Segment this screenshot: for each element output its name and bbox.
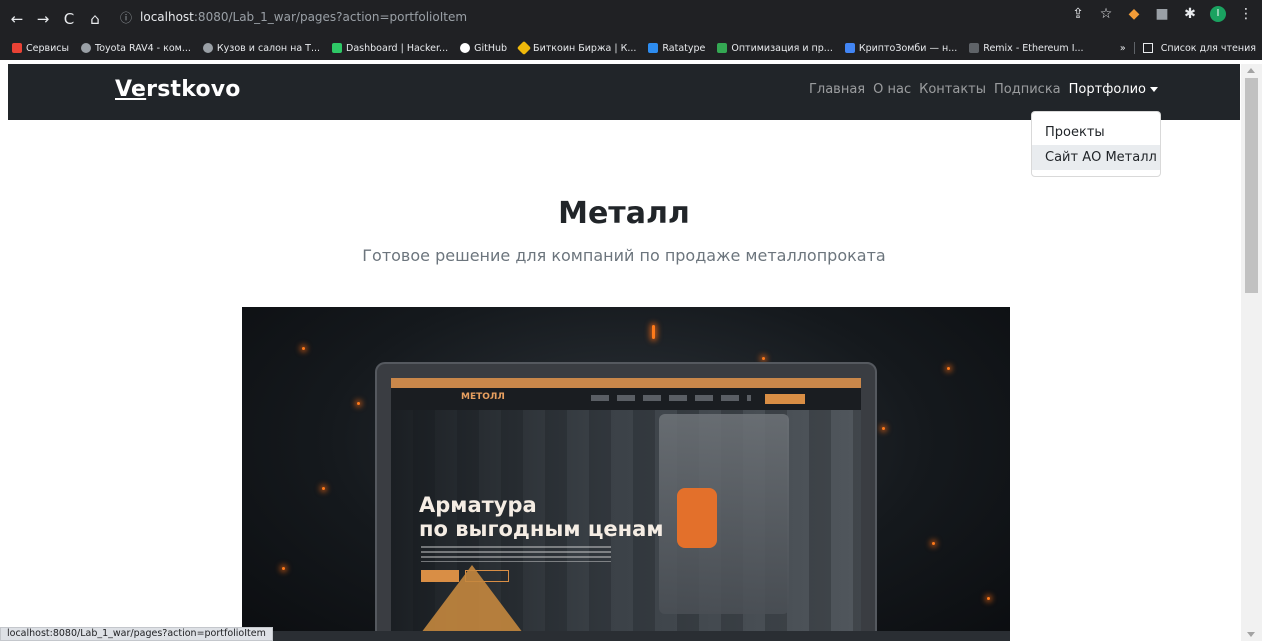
nav-links: Главная О нас Контакты Подписка Портфоли…: [809, 82, 1158, 97]
home-icon[interactable]: ⌂: [84, 10, 106, 28]
spark: [357, 402, 360, 405]
url-host: localhost: [140, 10, 194, 24]
brand-logo[interactable]: Verstkovo: [115, 77, 241, 102]
bookmark-star-icon[interactable]: ☆: [1098, 6, 1114, 22]
screen-menu: [591, 395, 751, 401]
bookmarks-bar: Сервисы Toyota RAV4 - ком... Кузов и сал…: [0, 37, 1262, 59]
extension-icon[interactable]: ■: [1154, 6, 1170, 22]
worker-vest: [677, 488, 717, 548]
forward-arrow-icon[interactable]: →: [32, 10, 54, 28]
bookmark-label: Toyota RAV4 - ком...: [95, 42, 191, 54]
profile-avatar[interactable]: I: [1210, 6, 1226, 22]
bookmark-label: Dashboard | Hacker...: [346, 42, 449, 54]
url-path: :8080/Lab_1_war/pages?action=portfolioIt…: [193, 10, 468, 24]
page-subtitle: Готовое решение для компаний по продаже …: [362, 246, 886, 265]
nav-link-about[interactable]: О нас: [873, 82, 911, 97]
site-info-icon[interactable]: ⓘ: [120, 9, 132, 26]
spark: [762, 357, 765, 360]
remix-icon: [969, 43, 980, 53]
bookmark-item[interactable]: Remix - Ethereum I...: [969, 42, 1084, 54]
bookmark-label: Сервисы: [26, 42, 70, 54]
nav-link-home[interactable]: Главная: [809, 82, 865, 97]
spark: [932, 542, 935, 545]
bookmark-label: GitHub: [474, 42, 508, 54]
nav-link-subscription[interactable]: Подписка: [994, 82, 1061, 97]
bookmark-label: Оптимизация и пр...: [731, 42, 833, 54]
spark: [947, 367, 950, 370]
decor-triangle: [412, 565, 532, 641]
ratatype-icon: [648, 43, 659, 53]
browser-toolbar: ← → C ⌂ ⓘ localhost:8080/Lab_1_war/pages…: [0, 0, 1262, 60]
spark: [652, 325, 655, 339]
nav-link-contacts[interactable]: Контакты: [919, 82, 986, 97]
screen-nav: МЕТОЛЛ: [391, 388, 861, 410]
more-bookmarks-button[interactable]: »: [1120, 43, 1126, 54]
screen-cta: [765, 394, 805, 404]
bookmark-label: Биткоин Биржа | К...: [533, 42, 637, 54]
bookmark-label: Ratatype: [662, 42, 706, 54]
toolbar-right: ⇪ ☆ ◆ ■ ✱ I ⋮: [1070, 6, 1254, 22]
scroll-down-icon[interactable]: [1247, 632, 1255, 637]
site-favicon-icon: [81, 43, 92, 53]
site-favicon-icon: [202, 43, 213, 53]
bookmark-label: Remix - Ethereum I...: [983, 42, 1084, 54]
extensions-puzzle-icon[interactable]: ✱: [1182, 6, 1198, 22]
bookmark-item[interactable]: Биткоин Биржа | К...: [516, 40, 637, 56]
divider: [1133, 42, 1135, 54]
screen-paragraph: [421, 546, 611, 562]
hackerrank-icon: [332, 43, 343, 53]
spark: [282, 567, 285, 570]
share-icon[interactable]: ⇪: [1070, 6, 1086, 22]
dropdown-item-metall-site[interactable]: Сайт АО Металл: [1032, 145, 1160, 170]
screen-topbar: [391, 378, 861, 388]
apps-grid-icon: [12, 43, 22, 53]
brand-rest: rstkovo: [146, 77, 241, 102]
screen-logo: МЕТОЛЛ: [461, 392, 505, 402]
reading-list-icon: [1142, 43, 1153, 53]
cryptozombies-icon: [844, 43, 855, 53]
bookmark-item[interactable]: Toyota RAV4 - ком...: [81, 43, 191, 54]
bookmark-item[interactable]: КриптоЗомби — н...: [844, 42, 958, 54]
portfolio-dropdown: Проекты Сайт АО Металл: [1031, 111, 1161, 177]
address-bar[interactable]: ⓘ localhost:8080/Lab_1_war/pages?action=…: [120, 4, 1120, 30]
spark: [987, 597, 990, 600]
bookmark-item[interactable]: Сервисы: [12, 43, 69, 54]
menu-kebab-icon[interactable]: ⋮: [1238, 6, 1254, 22]
page-scrollbar[interactable]: [1241, 64, 1262, 641]
scrollbar-thumb[interactable]: [1245, 78, 1258, 293]
reading-list-button[interactable]: Список для чтения: [1161, 43, 1256, 54]
back-arrow-icon[interactable]: ←: [6, 10, 28, 28]
bookmarks-right: » Список для чтения: [1120, 37, 1256, 59]
spark: [882, 427, 885, 430]
brand-underlined: Ve: [115, 77, 147, 102]
portfolio-label: Портфолио: [1068, 82, 1146, 97]
binance-icon: [516, 40, 532, 56]
screen-headline-line1: Арматура: [419, 493, 537, 517]
metamask-extension-icon[interactable]: ◆: [1126, 6, 1142, 22]
screen-headline-line2: по выгодным ценам: [419, 517, 664, 541]
bookmark-item[interactable]: Кузов и салон на Т...: [202, 42, 321, 54]
scroll-up-icon[interactable]: [1247, 68, 1255, 73]
spark: [322, 487, 325, 490]
bookmark-item[interactable]: Оптимизация и пр...: [717, 42, 833, 54]
reload-icon[interactable]: C: [58, 10, 80, 28]
github-icon: [460, 43, 471, 53]
address-row: ← → C ⌂ ⓘ localhost:8080/Lab_1_war/pages…: [0, 0, 1262, 37]
spark: [302, 347, 305, 350]
status-bar-url: localhost:8080/Lab_1_war/pages?action=po…: [0, 627, 273, 641]
caret-down-icon: [1150, 87, 1158, 92]
portfolio-preview-image: МЕТОЛЛ Арматура по выгодным ценам: [242, 307, 1010, 641]
bookmark-item[interactable]: GitHub: [460, 43, 507, 54]
page-title: Металл: [558, 196, 690, 231]
laptop-base: [242, 631, 1010, 641]
bookmark-label: Кузов и салон на Т...: [216, 42, 321, 54]
bookmark-item[interactable]: Dashboard | Hacker...: [332, 43, 448, 54]
nav-buttons: ← → C ⌂: [6, 10, 106, 28]
bookmark-label: КриптоЗомби — н...: [858, 42, 958, 54]
nav-link-portfolio[interactable]: Портфолио: [1069, 82, 1158, 97]
dropdown-item-projects[interactable]: Проекты: [1032, 120, 1160, 145]
screen-headline: Арматура по выгодным ценам: [419, 493, 664, 541]
bookmark-item[interactable]: Ratatype: [648, 43, 705, 54]
google-drive-icon: [717, 43, 728, 53]
